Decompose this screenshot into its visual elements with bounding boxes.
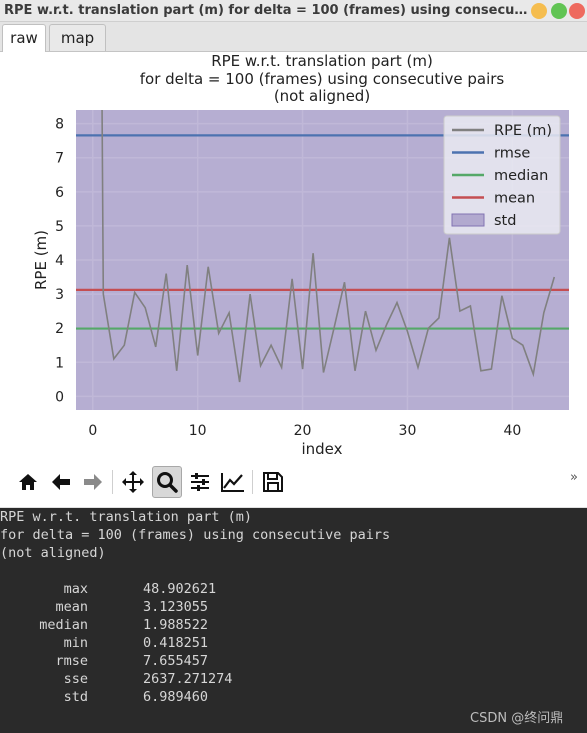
tab-map[interactable]: map: [49, 24, 106, 51]
y-tick-label: 8: [55, 117, 64, 133]
terminal-header-line: for delta = 100 (frames) using consecuti…: [0, 527, 391, 543]
tab-bar: raw map: [0, 22, 587, 53]
stat-row: rmse 7.655457: [0, 653, 260, 671]
y-axis-label: RPE (m): [32, 230, 50, 290]
pan-button[interactable]: [118, 466, 148, 498]
arrow-left-icon: [52, 474, 70, 490]
zoom-button[interactable]: [152, 466, 182, 498]
y-tick-label: 2: [55, 321, 64, 337]
y-tick-label: 1: [55, 355, 64, 371]
y-tick-label: 4: [55, 253, 64, 269]
arrow-right-icon: [84, 474, 102, 490]
home-icon: [19, 474, 37, 490]
figure-canvas[interactable]: 0 10 20 30 40 0 1 2 3 4 5 6 7 8 RPE w.r.t. translatio…: [0, 52, 587, 460]
y-tick-label: 0: [55, 389, 64, 405]
y-tick-label: 7: [55, 151, 64, 167]
stat-row: max 48.902621: [0, 581, 260, 599]
terminal-header-line: RPE w.r.t. translation part (m): [0, 509, 252, 525]
subplots-button[interactable]: [185, 466, 215, 498]
minimize-button[interactable]: [531, 3, 547, 19]
home-button[interactable]: [13, 466, 43, 498]
terminal-header-line: (not aligned): [0, 545, 106, 561]
stat-value: 6.989460: [143, 689, 209, 705]
stat-value: 7.655457: [143, 653, 209, 669]
x-tick-label: 10: [189, 423, 207, 439]
stat-value: 1.988522: [143, 617, 209, 633]
stat-key: rmse: [55, 653, 88, 669]
tab-raw[interactable]: raw: [2, 24, 46, 53]
legend-label: median: [494, 168, 548, 184]
legend-label: rmse: [494, 146, 530, 162]
stat-key: median: [39, 617, 88, 633]
legend-swatch: [451, 213, 485, 227]
x-tick-label: 20: [294, 423, 312, 439]
line-chart-icon: [221, 473, 244, 492]
x-tick-label: 40: [503, 423, 521, 439]
chart-title-line: (not aligned): [274, 87, 370, 105]
stat-value: 2637.271274: [143, 671, 233, 687]
stat-key: max: [63, 581, 88, 597]
stat-row: mean 3.123055: [0, 599, 260, 617]
chart-title-line: for delta = 100 (frames) using consecuti…: [140, 70, 505, 88]
stat-key: mean: [55, 599, 88, 615]
window-titlebar: RPE w.r.t. translation part (m) for delt…: [0, 0, 587, 22]
terminal-output: RPE w.r.t. translation part (m) for delt…: [0, 508, 587, 733]
save-button[interactable]: [258, 466, 288, 498]
axes-button[interactable]: [218, 466, 248, 498]
stat-row: sse 2637.271274: [0, 671, 260, 689]
toolbar-overflow-button[interactable]: »: [570, 470, 578, 485]
y-tick-label: 5: [55, 219, 64, 235]
legend-label: RPE (m): [494, 123, 552, 139]
x-tick-label: 0: [88, 423, 97, 439]
stat-key: min: [63, 635, 88, 651]
legend-label: mean: [494, 191, 535, 207]
save-icon: [263, 472, 283, 492]
legend-label: std: [494, 213, 516, 229]
chart-title-line: RPE w.r.t. translation part (m): [211, 52, 433, 70]
toolbar-separator: [112, 470, 113, 494]
forward-button[interactable]: [78, 466, 108, 498]
y-tick-label: 6: [55, 185, 64, 201]
stat-row: median 1.988522: [0, 617, 260, 635]
window-title: RPE w.r.t. translation part (m) for delt…: [4, 3, 529, 18]
rpe-chart: 0 10 20 30 40 0 1 2 3 4 5 6 7 8 RPE w.r.t. translatio…: [32, 52, 569, 458]
back-button[interactable]: [46, 466, 76, 498]
plot-viewer-window: RPE w.r.t. translation part (m) for delt…: [0, 0, 587, 733]
stat-value: 0.418251: [143, 635, 209, 651]
x-tick-label: 30: [399, 423, 417, 439]
move-icon: [122, 471, 144, 493]
stat-value: 48.902621: [143, 581, 217, 597]
close-button[interactable]: [569, 3, 585, 19]
x-axis-label: index: [301, 440, 342, 458]
maximize-button[interactable]: [551, 3, 567, 19]
stat-key: std: [63, 689, 88, 705]
toolbar-separator: [252, 470, 253, 494]
magnifier-icon: [157, 472, 178, 493]
stat-row: std 6.989460: [0, 689, 260, 707]
stat-key: sse: [63, 671, 88, 687]
matplotlib-toolbar: »: [0, 460, 587, 508]
y-tick-label: 3: [55, 287, 64, 303]
stat-value: 3.123055: [143, 599, 209, 615]
watermark-text: CSDN @终问鼎: [470, 711, 564, 726]
stat-row: min 0.418251: [0, 635, 260, 653]
sliders-icon: [191, 473, 209, 491]
